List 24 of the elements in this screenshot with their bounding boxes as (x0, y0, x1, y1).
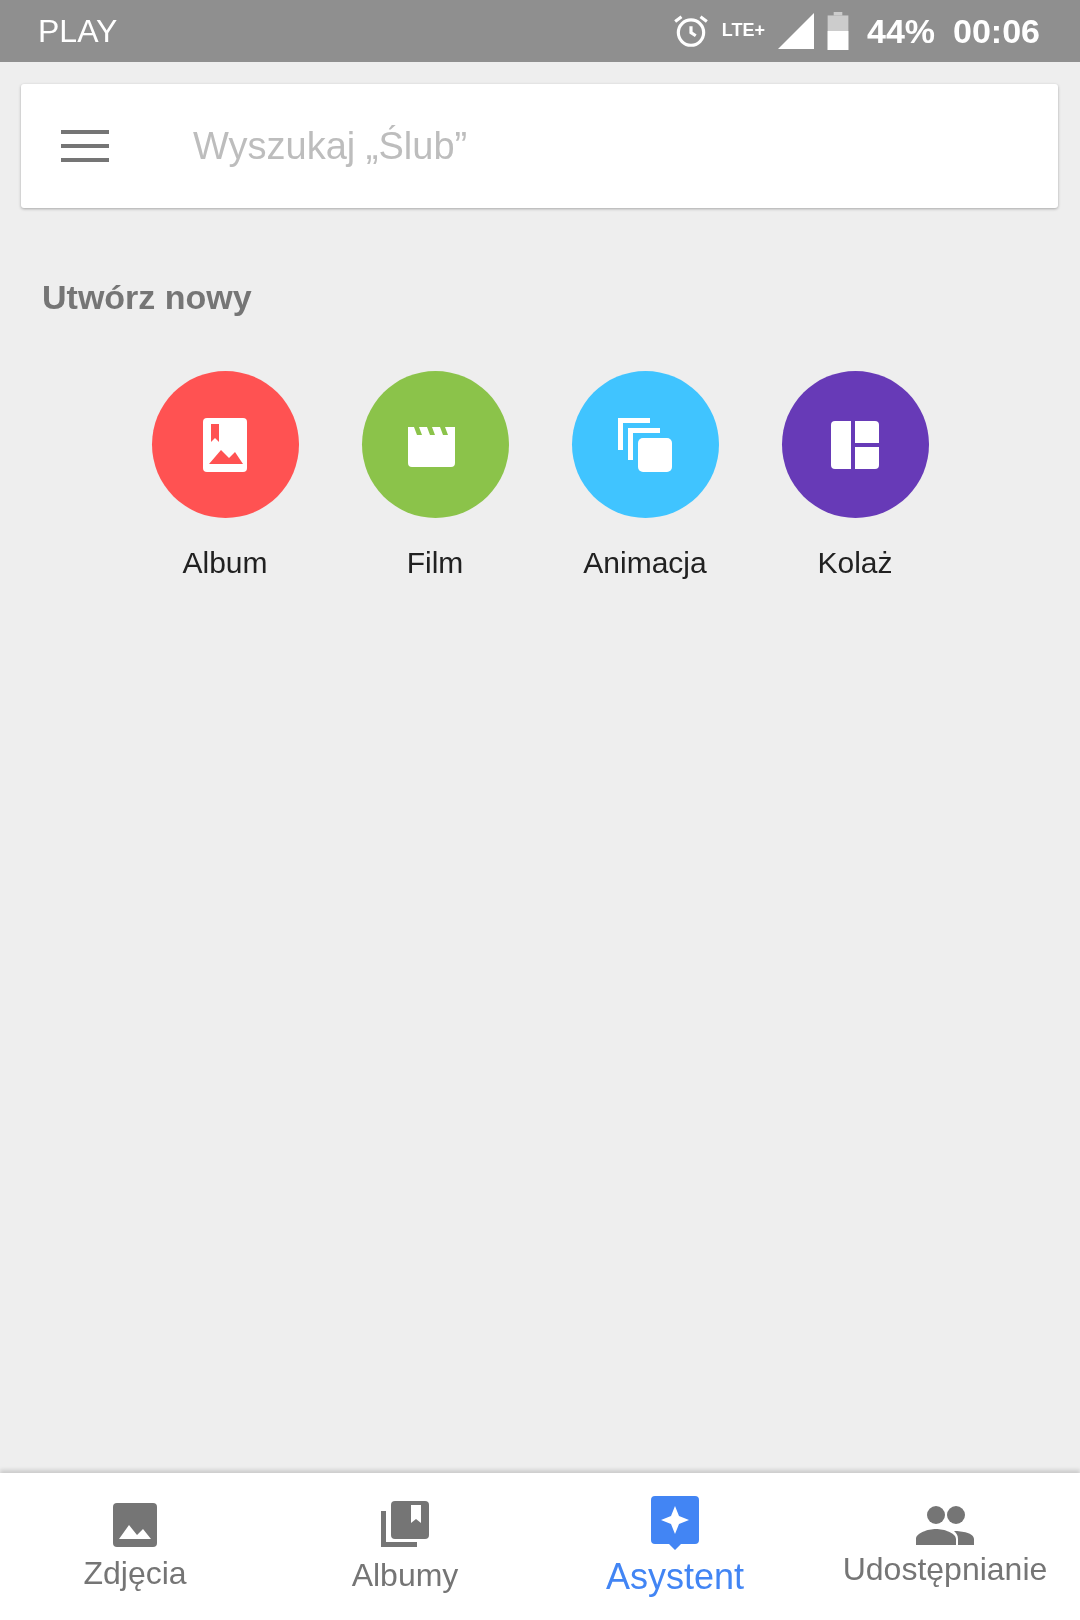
photo-book-icon (203, 417, 247, 472)
people-icon (916, 1505, 974, 1545)
collage-icon (831, 420, 879, 469)
carrier-name: PLAY (38, 12, 118, 50)
nav-tab[interactable]: Asystent (540, 1473, 810, 1620)
sparkle-icon (651, 1495, 699, 1550)
battery-percent: 44% (866, 11, 936, 51)
create-label: Album (182, 546, 268, 580)
nav-tab[interactable]: Albumy (270, 1473, 540, 1620)
create-label: Kolaż (817, 546, 893, 580)
battery-icon (826, 12, 849, 50)
create-label: Film (406, 546, 464, 580)
network-type: LTE+ (721, 19, 765, 41)
search-bar[interactable]: Wyszukaj „Ślub” (21, 84, 1058, 208)
nav-tab[interactable]: Zdjęcia (0, 1473, 270, 1620)
section-title: Utwórz nowy (42, 278, 253, 317)
menu-icon[interactable] (61, 130, 109, 162)
create-label: Animacja (583, 546, 707, 580)
stacked-squares-icon (618, 417, 672, 472)
image-icon (111, 1501, 159, 1549)
nav-tab[interactable]: Udostępnianie (810, 1473, 1080, 1620)
search-field[interactable]: Wyszukaj „Ślub” (191, 123, 895, 169)
clock-time: 00:06 (953, 11, 1040, 51)
signal-icon (776, 13, 815, 49)
